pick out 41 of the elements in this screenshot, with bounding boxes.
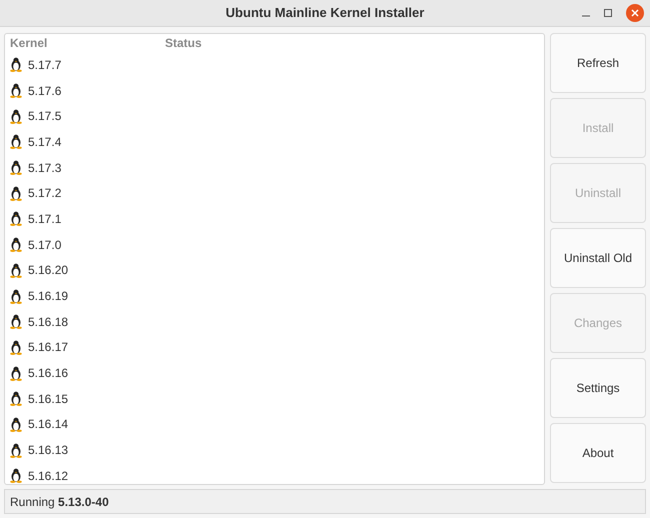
kernel-version[interactable]: 5.17.3 (28, 158, 62, 177)
penguin-icon (10, 57, 22, 72)
kernel-version[interactable]: 5.17.4 (28, 132, 62, 151)
penguin-icon (10, 83, 22, 98)
penguin-icon (10, 314, 22, 330)
kernel-version[interactable]: 5.16.17 (28, 338, 68, 356)
action-button[interactable]: Refresh (550, 33, 646, 93)
kernel-version[interactable]: 5.16.18 (28, 312, 68, 331)
kernel-version[interactable]: 5.17.6 (28, 82, 62, 100)
penguin-icon (10, 134, 22, 150)
kernel-version[interactable]: 5.16.16 (28, 364, 68, 382)
maximize-icon[interactable] (604, 9, 612, 17)
kernel-version[interactable]: 5.17.7 (28, 56, 62, 74)
penguin-icon (10, 160, 22, 176)
kernel-version[interactable]: 5.17.2 (28, 184, 62, 202)
penguin-icon (10, 237, 22, 252)
window-title: Ubuntu Mainline Kernel Installer (226, 4, 424, 22)
penguin-icon (10, 442, 22, 458)
penguin-icon (10, 416, 22, 432)
penguin-icon (10, 262, 22, 278)
kernel-version[interactable]: 5.16.14 (28, 415, 68, 434)
kernel-version[interactable]: 5.16.13 (28, 441, 68, 460)
penguin-icon (10, 288, 22, 304)
penguin-icon (10, 340, 22, 355)
penguin-icon (10, 211, 22, 226)
kernel-version[interactable]: 5.16.15 (28, 390, 68, 408)
penguin-icon (10, 186, 22, 201)
kernel-version[interactable]: 5.17.5 (28, 107, 62, 126)
action-button[interactable]: Settings (550, 358, 646, 418)
kernel-version[interactable]: 5.16.20 (28, 261, 68, 280)
penguin-icon (10, 391, 22, 406)
penguin-icon (10, 108, 22, 124)
close-icon[interactable] (626, 4, 644, 22)
action-button[interactable]: Uninstall Old (550, 228, 646, 288)
kernel-version[interactable]: 5.16.19 (28, 287, 68, 306)
action-button[interactable]: About (550, 423, 646, 483)
penguin-icon (10, 366, 22, 381)
kernel-version[interactable]: 5.17.1 (28, 210, 62, 228)
kernel-version[interactable]: 5.16.12 (28, 466, 68, 484)
status-text: Running 5.13.0-40 (10, 494, 109, 510)
kernel-version[interactable]: 5.17.0 (28, 236, 62, 254)
